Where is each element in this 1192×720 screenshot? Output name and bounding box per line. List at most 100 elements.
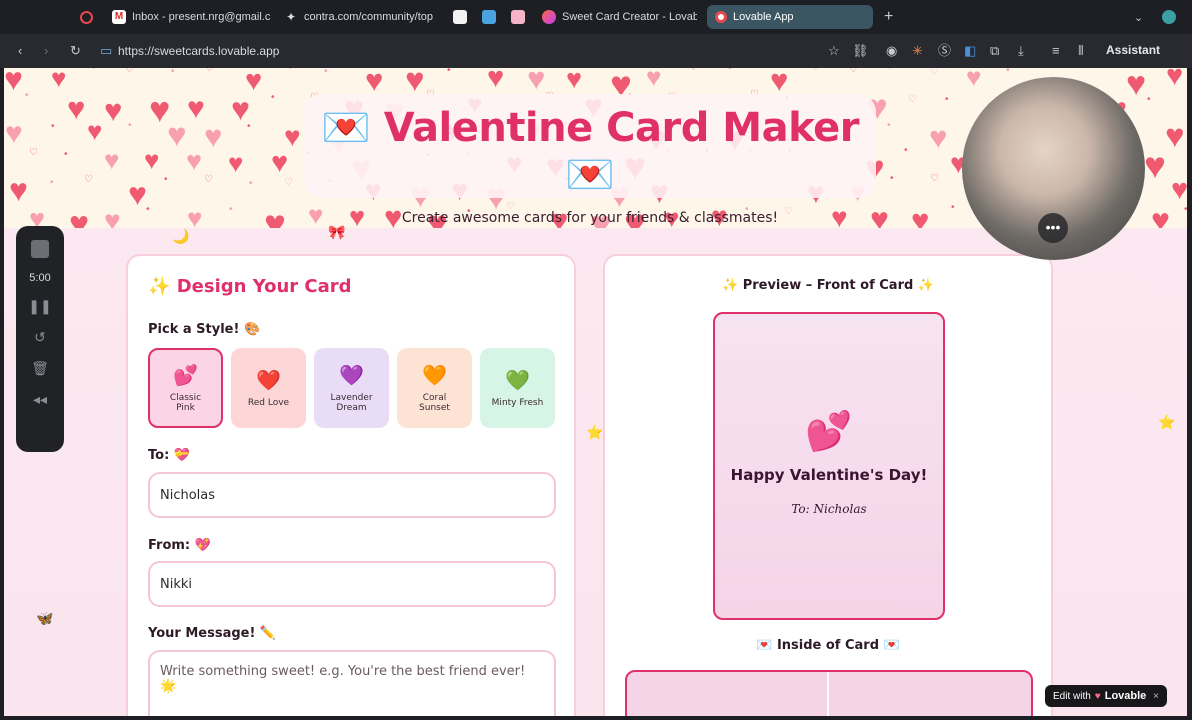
heart-icon: ♥ [1166,68,1184,92]
heart-icon: ♡ [29,147,38,158]
tab-list-button[interactable]: ⌄ [1134,5,1143,29]
tab-white[interactable] [453,5,467,29]
heart-icon: ♥ [69,205,90,228]
page-title: 💌 Valentine Card Maker 💌 [304,104,876,198]
plus-icon: + [884,8,894,25]
heart-icon: ♡ [689,68,698,73]
reload-icon[interactable]: ↻ [70,43,81,59]
tab-label: Inbox - present.nrg@gmail.c [132,11,270,23]
heart-icon: • [271,92,275,103]
close-badge-button[interactable]: × [1153,691,1159,702]
heart-icon: ♥ [365,68,384,98]
butterfly-icon: 🦋 [36,610,54,626]
extension-badge-icon[interactable]: ◧ [964,43,976,59]
stop-recording-button[interactable] [31,240,49,258]
heart-icon: ♥ [9,172,28,208]
heart-icon: ♥ [1165,117,1185,154]
style-heart-icon: 🧡 [422,363,447,387]
bookmark-star-icon[interactable]: ☆ [828,43,840,59]
heart-icon: ♡ [204,174,213,185]
more-options-icon[interactable]: ••• [1038,213,1068,243]
heart-icon: • [890,173,894,184]
extensions-puzzle-icon[interactable]: ⧉ [990,43,999,59]
heart-icon: ♡ [849,68,858,75]
extension-s-icon[interactable]: Ⓢ [938,43,951,59]
style-option[interactable]: 🧡 Coral Sunset [397,348,472,428]
assistant-button[interactable]: Assistant [1106,43,1160,57]
style-option[interactable]: 💚 Minty Fresh [480,348,555,428]
heart-icon: • [887,120,891,131]
menu-lines-icon[interactable]: ≡ [1052,43,1060,59]
trash-icon[interactable]: 🗑 [16,360,64,377]
heart-icon: ♡ [284,177,293,188]
style-heart-icon: 💕 [173,363,198,387]
tab-sweet-card[interactable]: Sweet Card Creator - Lovab [542,5,697,29]
heart-icon: ♡ [205,68,214,74]
heart-icon: ♡ [930,68,939,77]
style-option[interactable]: 💕 Classic Pink [148,348,223,428]
back-icon[interactable]: ‹ [18,43,22,59]
restart-icon[interactable]: ↺ [16,329,64,346]
heart-icon: ♥ [1144,145,1166,186]
pause-icon[interactable]: ❚❚ [16,298,64,315]
message-label: Your Message! ✏️ [148,626,277,641]
card-greeting: Happy Valentine's Day! [730,466,928,484]
from-label: From: 💖 [148,538,211,553]
style-heart-icon: ❤️ [256,368,281,392]
heart-icon: • [728,68,732,74]
webcam-bubble[interactable]: ••• [962,77,1145,260]
style-heart-icon: 💜 [339,363,364,387]
message-textarea[interactable]: Write something sweet! e.g. You're the b… [148,650,556,716]
link-icon[interactable]: ⛓ [852,43,869,59]
heart-icon: ♥ [1126,68,1147,103]
heart-icon: ♥ [104,205,121,229]
style-option[interactable]: ❤️ Red Love [231,348,306,428]
camera-permission-icon[interactable]: ▭ [100,43,112,59]
edit-with-label: Edit with [1053,690,1091,702]
style-options: 💕 Classic Pink ❤️ Red Love 💜 Lavender Dream 🧡 C… [148,348,555,428]
forward-icon[interactable]: › [44,43,48,59]
heart-icon: ♡ [89,68,98,72]
tab-blue[interactable] [482,5,496,29]
new-tab-button[interactable]: + [884,5,893,29]
card-to-line: To: Nicholas [791,502,867,516]
edit-with-lovable-badge[interactable]: Edit with ♥ Lovable × [1045,685,1167,707]
tab-pink[interactable] [511,5,525,29]
style-option-label: Red Love [247,398,290,408]
screenshot-icon[interactable]: ◉ [886,43,897,59]
heart-icon: • [51,121,55,132]
profile-button[interactable] [1162,5,1176,29]
heart-icon: ♥ [67,91,86,126]
style-option[interactable]: 💜 Lavender Dream [314,348,389,428]
style-option-label: Minty Fresh [491,398,544,408]
extension-claude-icon[interactable]: ✳ [912,43,923,59]
audio-wave-icon[interactable]: ⦀ [1078,43,1084,59]
to-input[interactable]: Nicholas [148,472,556,518]
collapse-icon[interactable]: ◂◂ [16,391,64,408]
tab-label: contra.com/community/top [304,11,433,23]
heart-icon: ♡ [908,94,917,105]
title-box: 💌 Valentine Card Maker 💌 Create awesome … [304,94,876,226]
tab-lovable-app[interactable]: Lovable App [707,5,873,29]
heart-icon: • [447,68,451,76]
contra-icon: ✦ [285,10,297,24]
preview-card: ✨ Preview – Front of Card ✨ 💕 Happy Vale… [603,254,1053,716]
page-viewport: ♥♥♡♡•♡♥♡•♥♥•♥♥♥♥♥♡•♥♡♡♡♡♥•••♥♥•♥♥♥♥♥•♡♥♥… [4,68,1187,716]
tab-gmail[interactable]: M Inbox - present.nrg@gmail.c [112,5,270,29]
two-hearts-icon: 💕 [805,411,853,453]
heart-icon: • [229,204,233,215]
url-field[interactable]: https://sweetcards.lovable.app [118,44,279,58]
bow-icon: 🎀 [328,224,346,240]
tab-record[interactable] [80,5,93,29]
tab-label: Sweet Card Creator - Lovab [562,11,697,23]
heart-icon: • [1006,68,1010,76]
sparkles-icon: ✨ [148,276,171,297]
heart-icon: ♥ [566,68,583,94]
download-icon[interactable]: ⤓ [1018,43,1024,59]
tab-contra[interactable]: ✦ contra.com/community/top [284,5,439,29]
heart-icon: ♥ [187,203,203,228]
style-heart-icon: 💚 [505,368,530,392]
from-input[interactable]: Nikki [148,561,556,607]
heart-icon: ♥ [51,68,67,93]
heart-icon: • [128,120,132,131]
